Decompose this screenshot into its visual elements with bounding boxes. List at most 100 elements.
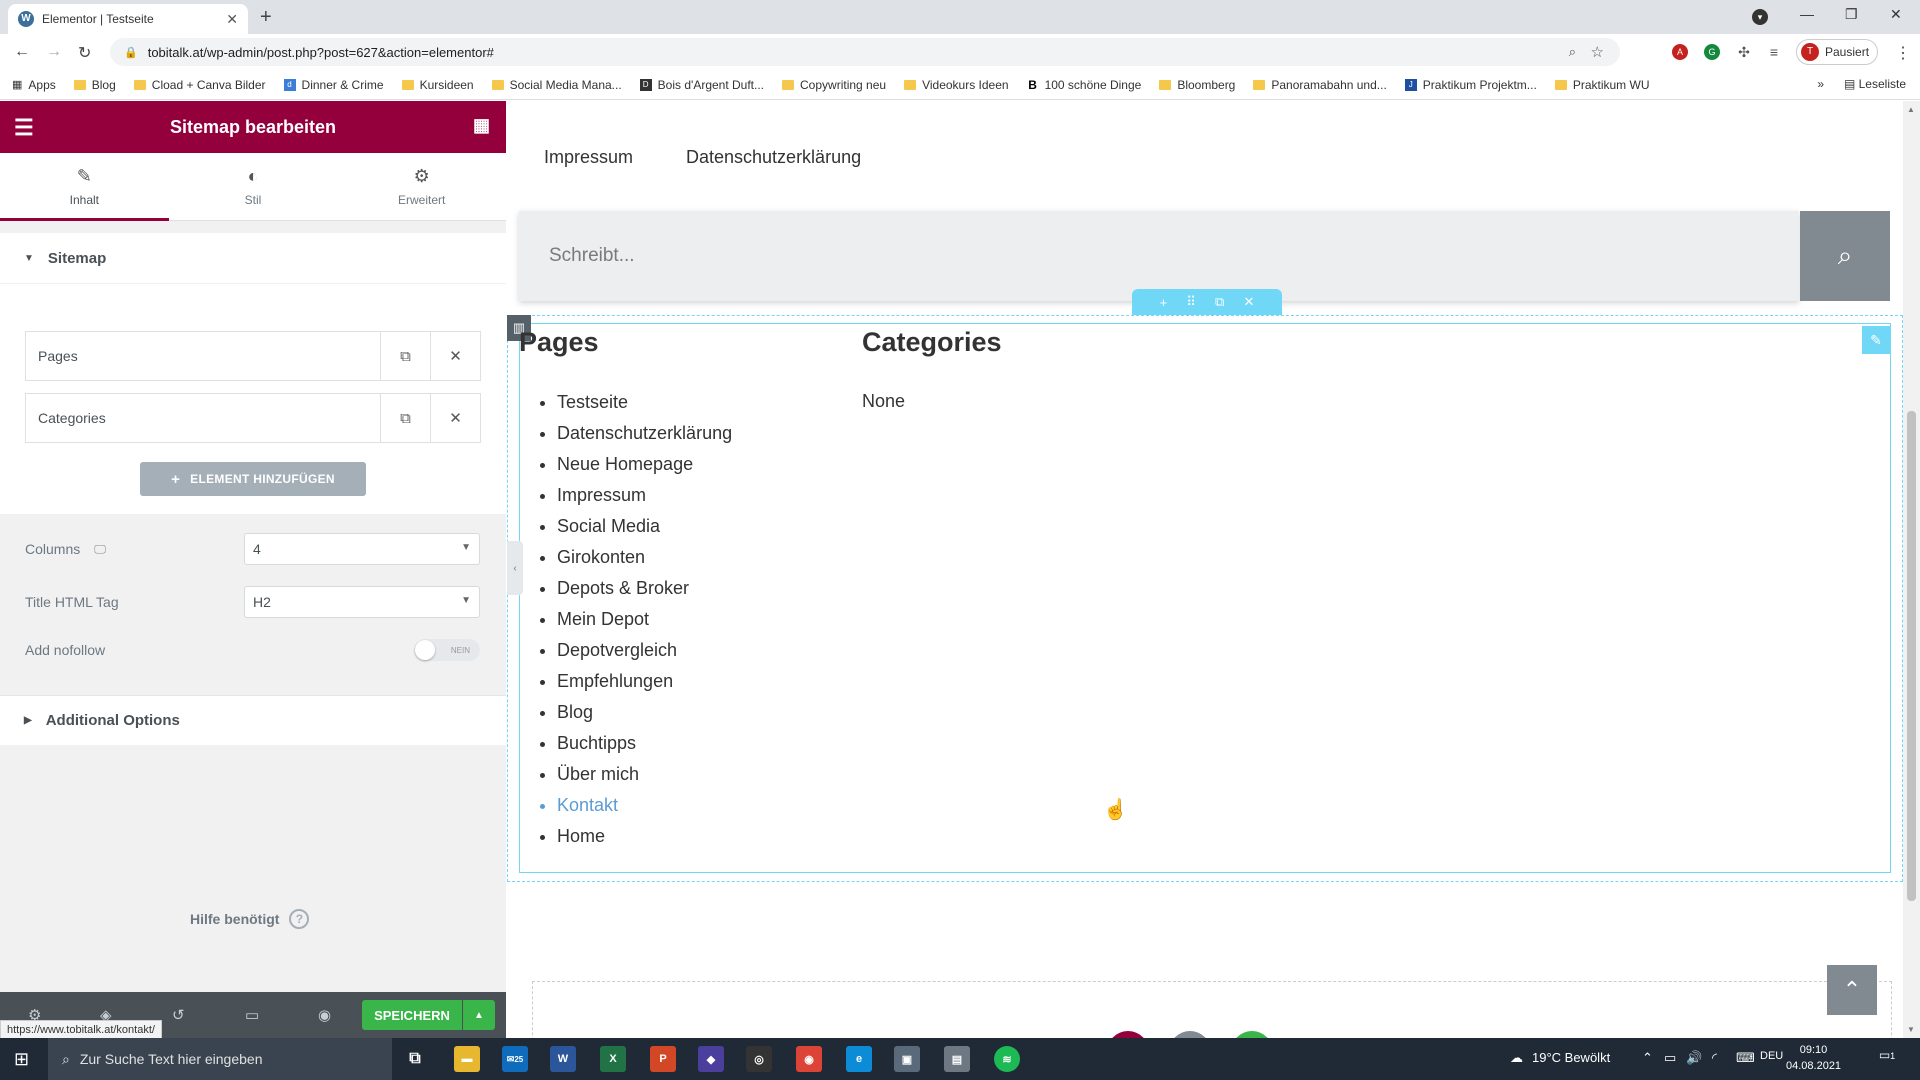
windows-start-icon[interactable]: ⊞: [14, 1049, 29, 1070]
browser-menu-icon[interactable]: ⋮: [1895, 43, 1911, 63]
adblock-extension-icon[interactable]: A: [1672, 44, 1688, 60]
app-icon[interactable]: ◆: [698, 1046, 724, 1072]
wifi-icon[interactable]: ◜: [1712, 1050, 1717, 1066]
address-bar[interactable]: 🔒 tobitalk.at/wp-admin/post.php?post=627…: [110, 38, 1620, 66]
bookmark-folder[interactable]: Cload + Canva Bilder: [133, 78, 266, 92]
weather-text[interactable]: 19°C Bewölkt: [1532, 1050, 1610, 1065]
add-section-icon[interactable]: +: [1160, 295, 1168, 310]
duplicate-icon[interactable]: ⧉: [380, 394, 430, 442]
new-tab-icon[interactable]: +: [260, 6, 272, 29]
preview-eye-icon[interactable]: ◉: [318, 1006, 331, 1024]
zoom-icon[interactable]: ⌕: [1569, 44, 1576, 60]
list-item-hovered[interactable]: Kontakt: [557, 790, 732, 821]
add-section-dropzone[interactable]: [532, 981, 1892, 1038]
tab-close-icon[interactable]: ✕: [226, 11, 238, 28]
bookmark-folder[interactable]: Videokurs Ideen: [904, 78, 1009, 92]
widgets-grid-icon[interactable]: ▦: [473, 115, 490, 136]
nav-link-impressum[interactable]: Impressum: [544, 147, 633, 168]
search-button[interactable]: ⌕: [1800, 211, 1890, 301]
keyboard-icon[interactable]: ⌨: [1736, 1050, 1755, 1066]
scroll-to-top-button[interactable]: ⌃: [1827, 965, 1877, 1015]
grammarly-extension-icon[interactable]: G: [1704, 44, 1720, 60]
notification-icon[interactable]: ▭1: [1876, 1048, 1898, 1070]
list-item[interactable]: Datenschutzerklärung: [557, 418, 732, 449]
bookmark-star-icon[interactable]: ☆: [1591, 43, 1604, 61]
powerpoint-icon[interactable]: P: [650, 1046, 676, 1072]
bookmark-folder[interactable]: Panoramabahn und...: [1253, 78, 1387, 92]
duplicate-icon[interactable]: ⧉: [380, 332, 430, 380]
reading-list[interactable]: ▤ Leseliste: [1844, 77, 1906, 91]
forward-icon[interactable]: →: [46, 43, 62, 61]
list-item[interactable]: Blog: [557, 697, 732, 728]
browser-tab[interactable]: W Elementor | Testseite ✕: [8, 4, 248, 34]
reload-icon[interactable]: ↻: [78, 43, 91, 63]
bookmark-apps[interactable]: ▦ Apps: [12, 78, 56, 92]
search-field[interactable]: Schreibt...: [519, 211, 1799, 301]
hamburger-menu-icon[interactable]: ☰: [14, 115, 34, 141]
bookmark-folder[interactable]: Blog: [73, 78, 116, 92]
repeater-item-categories[interactable]: Categories ⧉ ✕: [25, 393, 481, 443]
tab-erweitert[interactable]: ⚙ Erweitert: [337, 153, 506, 220]
volume-icon[interactable]: 🔊: [1686, 1050, 1702, 1066]
nofollow-toggle[interactable]: NEIN: [414, 639, 480, 661]
bookmark-site[interactable]: d Dinner & Crime: [283, 78, 384, 92]
bookmark-folder[interactable]: Copywriting neu: [782, 78, 886, 92]
mail-icon[interactable]: ✉ 25: [502, 1046, 528, 1072]
bookmark-folder[interactable]: Bloomberg: [1159, 78, 1235, 92]
scrollbar-thumb[interactable]: [1907, 411, 1916, 901]
duplicate-section-icon[interactable]: ⧉: [1215, 294, 1224, 310]
drag-handle-icon[interactable]: ⠿: [1186, 294, 1196, 310]
media-control-icon[interactable]: ≡: [1766, 44, 1782, 60]
word-icon[interactable]: W: [550, 1046, 576, 1072]
bookmark-folder[interactable]: Kursideen: [401, 78, 474, 92]
more-bookmarks-icon[interactable]: »: [1817, 77, 1824, 91]
obs-icon[interactable]: ◎: [746, 1046, 772, 1072]
list-item[interactable]: Neue Homepage: [557, 449, 732, 480]
restore-icon[interactable]: ❐: [1845, 6, 1858, 23]
columns-select[interactable]: 4 ▼: [244, 533, 480, 565]
list-item[interactable]: Über mich: [557, 759, 732, 790]
extensions-puzzle-icon[interactable]: ✣: [1736, 44, 1752, 60]
history-icon[interactable]: ↺: [172, 1006, 185, 1024]
list-item[interactable]: Depots & Broker: [557, 573, 732, 604]
scroll-down-icon[interactable]: ▼: [1907, 1025, 1915, 1034]
page-scrollbar[interactable]: ▲ ▼: [1903, 101, 1920, 1038]
language-indicator[interactable]: DEU: [1760, 1050, 1783, 1062]
bookmark-folder[interactable]: Social Media Mana...: [491, 78, 622, 92]
excel-icon[interactable]: X: [600, 1046, 626, 1072]
tray-chevron-up-icon[interactable]: ⌃: [1642, 1050, 1653, 1066]
list-item[interactable]: Buchtipps: [557, 728, 732, 759]
tab-inhalt[interactable]: ✎ Inhalt: [0, 153, 169, 221]
edit-widget-pencil-icon[interactable]: ✎: [1862, 326, 1890, 354]
responsive-mode-icon[interactable]: ▭: [245, 1006, 259, 1024]
spotify-icon[interactable]: ≋: [994, 1046, 1020, 1072]
list-item[interactable]: Girokonten: [557, 542, 732, 573]
app-icon[interactable]: ▣: [894, 1046, 920, 1072]
back-icon[interactable]: ←: [14, 43, 30, 61]
list-item[interactable]: Home: [557, 821, 732, 852]
remove-icon[interactable]: ✕: [430, 394, 480, 442]
title-html-tag-select[interactable]: H2 ▼: [244, 586, 480, 618]
battery-icon[interactable]: ▭: [1664, 1050, 1676, 1066]
add-element-button[interactable]: + ELEMENT HINZUFÜGEN: [140, 462, 366, 496]
tab-stil[interactable]: ◐ Stil: [169, 153, 338, 220]
list-item[interactable]: Impressum: [557, 480, 732, 511]
save-button[interactable]: SPEICHERN: [362, 1000, 462, 1030]
help-link[interactable]: Hilfe benötigt ?: [190, 909, 310, 929]
list-item[interactable]: Mein Depot: [557, 604, 732, 635]
taskbar-search[interactable]: ⌕ Zur Suche Text hier eingeben: [48, 1038, 392, 1080]
section-additional-options[interactable]: ▶ Additional Options: [0, 695, 506, 745]
list-item[interactable]: Depotvergleich: [557, 635, 732, 666]
chrome-icon[interactable]: ◉: [796, 1046, 822, 1072]
delete-section-icon[interactable]: ✕: [1243, 294, 1254, 310]
file-explorer-icon[interactable]: ▬: [454, 1046, 480, 1072]
bookmark-folder[interactable]: Praktikum WU: [1554, 78, 1649, 92]
remove-icon[interactable]: ✕: [430, 332, 480, 380]
profile-button[interactable]: T Pausiert: [1796, 39, 1879, 65]
edge-icon[interactable]: e: [846, 1046, 872, 1072]
list-item[interactable]: Testseite: [557, 387, 732, 418]
app-icon[interactable]: ▤: [944, 1046, 970, 1072]
list-item[interactable]: Empfehlungen: [557, 666, 732, 697]
list-item[interactable]: Social Media: [557, 511, 732, 542]
bookmark-site[interactable]: D Bois d'Argent Duft...: [639, 78, 764, 92]
